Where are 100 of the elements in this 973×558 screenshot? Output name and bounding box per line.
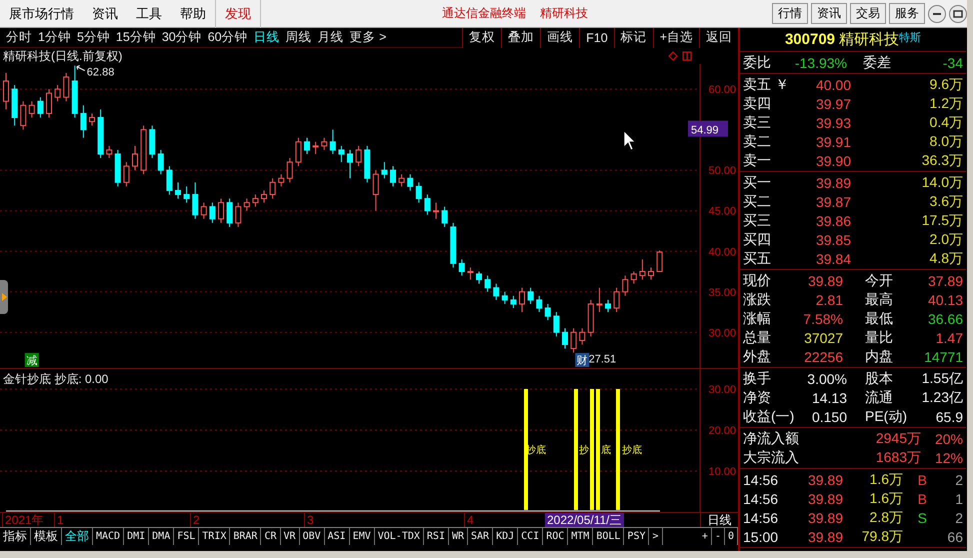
candlestick (347, 149, 353, 179)
quote-value: 37.89 (926, 272, 963, 288)
order-volume: 36.3万 (920, 152, 963, 170)
flow-label: 净流入额 (743, 430, 800, 448)
stock-code: 300709 (784, 31, 836, 48)
candlestick (450, 222, 456, 268)
candlestick (63, 72, 70, 102)
maximize-icon (953, 8, 963, 18)
axis-label: 60.00 (708, 84, 736, 96)
nav-button[interactable]: 服务 (889, 3, 925, 24)
tick-time: 14:56 (743, 510, 780, 526)
candlestick (605, 299, 611, 313)
order-volume: 3.6万 (928, 192, 963, 210)
period-tab[interactable]: 周线 (286, 29, 312, 46)
chart-tool-button[interactable]: 复权 (462, 28, 502, 48)
period-tab[interactable]: 月线 (318, 29, 344, 46)
candlestick (235, 202, 242, 228)
pointer-arrow-icon (76, 65, 86, 72)
date-axis-label: 2 (190, 513, 200, 527)
period-tab[interactable]: 30分钟 (162, 29, 202, 46)
event-badge[interactable]: 减 (24, 353, 39, 367)
quote-label: 现价 (743, 272, 772, 290)
candlestick (356, 145, 362, 167)
order-price: 39.86 (814, 212, 851, 228)
nav-button[interactable]: 交易 (850, 3, 886, 24)
menu-item[interactable]: 资讯 (83, 0, 127, 28)
candlestick (184, 186, 190, 204)
candlestick (528, 287, 534, 304)
window-icon[interactable] (682, 51, 692, 61)
candlestick (579, 328, 586, 345)
panel-toggle-handle[interactable] (0, 280, 8, 314)
period-tab[interactable]: 更多 > (350, 29, 386, 46)
indicator-tab[interactable]: MACD (93, 528, 124, 545)
order-level-label: 卖五 (743, 76, 772, 94)
candlestick (200, 202, 207, 220)
period-tab[interactable]: 分时 (6, 29, 32, 46)
period-tab[interactable]: 1分钟 (38, 29, 71, 46)
order-level-label: 卖一 (743, 152, 772, 170)
order-price: 39.84 (814, 250, 851, 266)
order-level-label: 卖三 (743, 114, 772, 132)
nav-button[interactable]: 资讯 (811, 3, 847, 24)
period-tab[interactable]: 日线 (254, 29, 280, 46)
candlestick (175, 182, 181, 200)
chart-tool-button[interactable]: 画线 (540, 28, 580, 48)
indicator-tab[interactable]: 指标 (0, 528, 31, 545)
window-title: 精研科技 (540, 5, 588, 22)
indicator-tab[interactable]: ASI (324, 528, 350, 545)
quote-value: 0.150 (810, 408, 847, 424)
tick-volume: 79.8万 (860, 528, 903, 546)
order-volume: 8.0万 (928, 132, 963, 150)
candlestick (639, 258, 646, 280)
order-volume: 14.0万 (920, 174, 963, 192)
chart-title: 精研科技(日线.前复权) (3, 48, 122, 64)
tick-price: 39.89 (806, 528, 843, 544)
candlestick (114, 149, 121, 187)
quote-label: 最低 (865, 310, 894, 328)
menu-item[interactable]: 展市场行情 (0, 0, 83, 28)
period-tab[interactable]: 15分钟 (116, 29, 156, 46)
candlestick (656, 250, 663, 272)
indicator-title: 金针抄底 抄底: 0.00 (3, 371, 108, 388)
minimize-button[interactable] (928, 4, 946, 22)
chart-tool-button[interactable]: 标记 (614, 28, 653, 48)
candlestick (614, 287, 620, 313)
chart-tool-button[interactable]: F10 (579, 28, 614, 48)
quote-label: 委比 (743, 54, 772, 72)
quote-label: 最高 (865, 290, 894, 308)
menu-item[interactable]: 工具 (127, 0, 171, 28)
indicator-tab[interactable]: 全部 (62, 528, 93, 545)
chart-tool-button[interactable]: 叠加 (501, 28, 540, 48)
candlestick (295, 137, 302, 167)
currency-mark: ￥ (775, 76, 790, 94)
chart-tool-button[interactable]: 返回 (699, 28, 738, 48)
indicator-tab[interactable]: VR (280, 528, 300, 545)
candlestick (98, 108, 104, 159)
quote-value: 14771 (923, 348, 963, 364)
quote-value: 39.89 (806, 272, 843, 288)
chart-tool-button[interactable]: +自选 (652, 28, 699, 48)
quote-value: 36.66 (926, 310, 963, 326)
indicator-tab[interactable]: 模板 (31, 528, 62, 545)
event-badge[interactable]: 财 (575, 353, 590, 367)
candlestick (28, 100, 35, 118)
menu-item[interactable]: 帮助 (171, 0, 215, 28)
axis-label: 30.00 (708, 327, 736, 340)
period-tab[interactable]: 5分钟 (76, 29, 110, 46)
quote-label: 净资 (743, 388, 772, 406)
nav-button[interactable]: 行情 (772, 3, 808, 24)
quote-value: -13.93% (794, 54, 847, 70)
candlestick (286, 158, 293, 183)
stock-name: 精研科技 (839, 30, 900, 49)
flow-label: 大宗流入 (743, 448, 800, 466)
high-price-label: 62.88 (86, 66, 114, 79)
period-tab[interactable]: 60分钟 (208, 29, 248, 46)
candlestick (218, 198, 224, 224)
indicator-tab[interactable]: TRIX (199, 528, 230, 545)
maximize-button[interactable] (949, 4, 967, 22)
tick-time: 14:56 (743, 490, 780, 506)
signal-label: 底 (601, 445, 611, 456)
diamond-icon[interactable] (668, 51, 678, 61)
tick-side: S (916, 510, 927, 526)
tick-volume: 2.8万 (868, 508, 903, 526)
